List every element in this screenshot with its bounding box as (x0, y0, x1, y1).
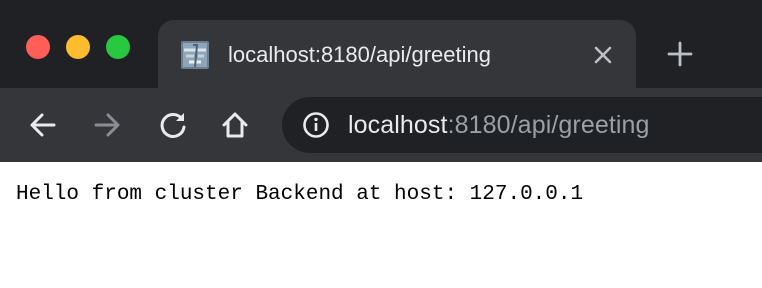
tab-title: localhost:8180/api/greeting (228, 42, 491, 67)
home-icon[interactable] (220, 110, 250, 140)
response-body-text: Hello from cluster Backend at host: 127.… (16, 183, 584, 206)
back-arrow-icon[interactable] (28, 110, 58, 140)
reload-icon[interactable] (158, 110, 188, 140)
tab-close-icon[interactable] (590, 42, 616, 68)
page-content: Hello from cluster Backend at host: 127.… (0, 162, 762, 288)
url-host: localhost (348, 111, 448, 139)
page-favicon-icon (180, 40, 210, 70)
url-text: localhost:8180/api/greeting (348, 110, 650, 140)
address-bar[interactable]: localhost:8180/api/greeting (282, 97, 762, 153)
browser-toolbar: localhost:8180/api/greeting (0, 88, 762, 162)
forward-arrow-icon[interactable] (92, 110, 122, 140)
window-minimize-button[interactable] (66, 35, 90, 59)
info-icon[interactable] (302, 111, 330, 139)
window-zoom-button[interactable] (106, 35, 130, 59)
tab-active[interactable]: localhost:8180/api/greeting (158, 20, 636, 88)
window-close-button[interactable] (26, 35, 50, 59)
browser-window: localhost:8180/api/greeting localhost:81… (0, 0, 762, 288)
url-path: :8180/api/greeting (447, 111, 650, 139)
new-tab-plus-icon[interactable] (666, 40, 694, 68)
tab-strip: localhost:8180/api/greeting (0, 0, 762, 88)
